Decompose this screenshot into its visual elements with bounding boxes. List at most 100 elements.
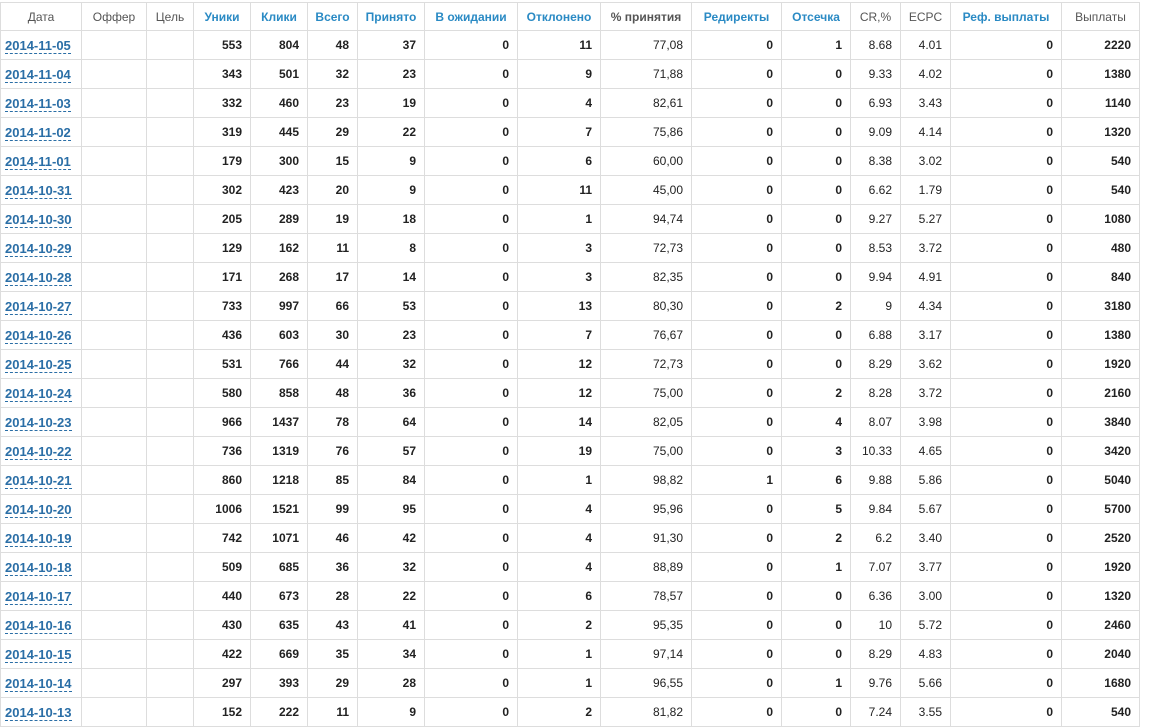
payouts-cell: 540 xyxy=(1061,146,1140,176)
ref-payouts-cell: 0 xyxy=(950,175,1062,205)
col-header-pending[interactable]: В ожидании xyxy=(424,2,518,31)
offer-cell xyxy=(81,523,147,553)
col-header-total[interactable]: Всего xyxy=(307,2,358,31)
redirects-cell: 0 xyxy=(691,610,782,640)
clicks-cell: 673 xyxy=(250,581,308,611)
pending-cell: 0 xyxy=(424,30,518,60)
cutoff-cell: 0 xyxy=(781,233,851,263)
date-cell: 2014-10-28 xyxy=(0,262,82,292)
total-cell: 32 xyxy=(307,59,358,89)
uniques-cell: 302 xyxy=(193,175,251,205)
date-link[interactable]: 2014-11-01 xyxy=(5,153,71,170)
col-header-rejected[interactable]: Отклонено xyxy=(517,2,601,31)
date-cell: 2014-10-17 xyxy=(0,581,82,611)
date-link[interactable]: 2014-10-20 xyxy=(5,501,72,518)
date-link[interactable]: 2014-11-04 xyxy=(5,66,71,83)
ref-payouts-cell: 0 xyxy=(950,204,1062,234)
accept-pct-cell: 78,57 xyxy=(600,581,692,611)
accept-pct-cell: 76,67 xyxy=(600,320,692,350)
date-link[interactable]: 2014-10-29 xyxy=(5,240,72,257)
accept-pct-cell: 88,89 xyxy=(600,552,692,582)
col-header-accept-pct[interactable]: % принятия xyxy=(600,2,692,31)
accept-pct-cell: 75,00 xyxy=(600,378,692,408)
accepted-cell: 9 xyxy=(357,175,425,205)
uniques-cell: 580 xyxy=(193,378,251,408)
date-link[interactable]: 2014-10-27 xyxy=(5,298,72,315)
date-link[interactable]: 2014-10-21 xyxy=(5,472,72,489)
ecpc-cell: 4.14 xyxy=(900,117,951,147)
ref-payouts-cell: 0 xyxy=(950,233,1062,263)
rejected-cell: 14 xyxy=(517,407,601,437)
date-link[interactable]: 2014-10-15 xyxy=(5,646,72,663)
total-cell: 44 xyxy=(307,349,358,379)
date-link[interactable]: 2014-10-31 xyxy=(5,182,72,199)
date-link[interactable]: 2014-11-03 xyxy=(5,95,71,112)
ecpc-cell: 5.27 xyxy=(900,204,951,234)
col-header-goal[interactable]: Цель xyxy=(146,2,194,31)
ref-payouts-cell: 0 xyxy=(950,552,1062,582)
col-header-date[interactable]: Дата xyxy=(0,2,82,31)
col-header-payouts[interactable]: Выплаты xyxy=(1061,2,1140,31)
clicks-cell: 603 xyxy=(250,320,308,350)
col-header-accepted[interactable]: Принято xyxy=(357,2,425,31)
pending-cell: 0 xyxy=(424,610,518,640)
offer-cell xyxy=(81,291,147,321)
redirects-cell: 0 xyxy=(691,59,782,89)
clicks-cell: 393 xyxy=(250,668,308,698)
date-link[interactable]: 2014-10-17 xyxy=(5,588,72,605)
date-link[interactable]: 2014-10-16 xyxy=(5,617,72,634)
ecpc-cell: 3.43 xyxy=(900,88,951,118)
cutoff-cell: 0 xyxy=(781,88,851,118)
date-link[interactable]: 2014-10-13 xyxy=(5,704,72,721)
date-link[interactable]: 2014-10-28 xyxy=(5,269,72,286)
date-link[interactable]: 2014-10-19 xyxy=(5,530,72,547)
clicks-cell: 501 xyxy=(250,59,308,89)
col-header-ecpc[interactable]: ECPC xyxy=(900,2,951,31)
uniques-cell: 736 xyxy=(193,436,251,466)
goal-cell xyxy=(146,204,194,234)
date-link[interactable]: 2014-10-24 xyxy=(5,385,72,402)
date-link[interactable]: 2014-10-14 xyxy=(5,675,72,692)
payouts-cell: 2220 xyxy=(1061,30,1140,60)
redirects-cell: 0 xyxy=(691,204,782,234)
col-header-uniques[interactable]: Уники xyxy=(193,2,251,31)
clicks-cell: 222 xyxy=(250,697,308,727)
pending-cell: 0 xyxy=(424,349,518,379)
col-header-clicks[interactable]: Клики xyxy=(250,2,308,31)
date-link[interactable]: 2014-10-23 xyxy=(5,414,72,431)
col-header-cutoff[interactable]: Отсечка xyxy=(781,2,851,31)
pending-cell: 0 xyxy=(424,436,518,466)
date-link[interactable]: 2014-10-22 xyxy=(5,443,72,460)
ref-payouts-cell: 0 xyxy=(950,697,1062,727)
date-link[interactable]: 2014-10-26 xyxy=(5,327,72,344)
offer-cell xyxy=(81,117,147,147)
table-row: 2014-11-03 332 460 23 19 0 4 82,61 0 0 6… xyxy=(0,88,1140,118)
date-link[interactable]: 2014-11-05 xyxy=(5,37,71,54)
accept-pct-cell: 91,30 xyxy=(600,523,692,553)
accept-pct-cell: 77,08 xyxy=(600,30,692,60)
accepted-cell: 22 xyxy=(357,581,425,611)
date-link[interactable]: 2014-11-02 xyxy=(5,124,71,141)
offer-cell xyxy=(81,407,147,437)
date-link[interactable]: 2014-10-25 xyxy=(5,356,72,373)
table-row: 2014-10-19 742 1071 46 42 0 4 91,30 0 2 … xyxy=(0,523,1140,553)
date-link[interactable]: 2014-10-18 xyxy=(5,559,72,576)
col-header-cr[interactable]: CR,% xyxy=(850,2,901,31)
col-header-offer[interactable]: Оффер xyxy=(81,2,147,31)
accepted-cell: 57 xyxy=(357,436,425,466)
rejected-cell: 1 xyxy=(517,639,601,669)
ecpc-cell: 3.72 xyxy=(900,378,951,408)
rejected-cell: 4 xyxy=(517,523,601,553)
col-header-redirects[interactable]: Редиректы xyxy=(691,2,782,31)
rejected-cell: 13 xyxy=(517,291,601,321)
cutoff-cell: 1 xyxy=(781,30,851,60)
cr-cell: 6.36 xyxy=(850,581,901,611)
date-link[interactable]: 2014-10-30 xyxy=(5,211,72,228)
uniques-cell: 440 xyxy=(193,581,251,611)
cr-cell: 9.94 xyxy=(850,262,901,292)
table-row: 2014-10-15 422 669 35 34 0 1 97,14 0 0 8… xyxy=(0,639,1140,669)
cutoff-cell: 0 xyxy=(781,175,851,205)
col-header-ref-payouts[interactable]: Реф. выплаты xyxy=(950,2,1062,31)
redirects-cell: 0 xyxy=(691,291,782,321)
table-row: 2014-10-26 436 603 30 23 0 7 76,67 0 0 6… xyxy=(0,320,1140,350)
